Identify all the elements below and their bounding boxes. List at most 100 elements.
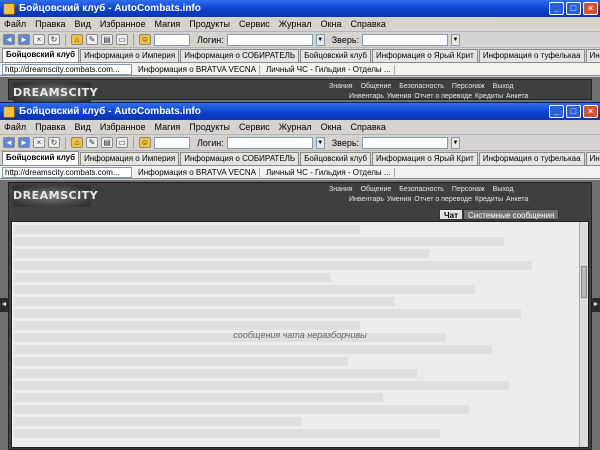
close-button[interactable]: × (583, 105, 598, 118)
tools-icon[interactable]: ✎ (86, 34, 98, 45)
address-field[interactable]: http://dreamscity.combats.com... (2, 166, 132, 178)
collapse-right-icon[interactable]: ► (592, 298, 600, 312)
nav-knowledge[interactable]: Знания (329, 83, 353, 90)
nav-inventory[interactable]: Инвентарь (349, 93, 384, 100)
tab-info-tufelkaa[interactable]: Информация о туфелькаа (478, 152, 585, 165)
nav-profile[interactable]: Анкета (506, 93, 528, 100)
forward-icon[interactable]: ► (18, 34, 30, 45)
beast-dropdown-icon[interactable]: ▼ (451, 33, 461, 46)
menu-favorites[interactable]: Избранное (100, 122, 146, 132)
tab-info-tufelkaa[interactable]: Информация о туфелькаа (478, 49, 585, 62)
page-icon[interactable]: ▤ (101, 34, 113, 45)
tab-personal-list[interactable]: Личный ЧС - Гильдия - Отделы ... (263, 167, 395, 177)
print-icon[interactable]: ▭ (116, 137, 128, 148)
smiley-icon[interactable]: ☺ (139, 137, 151, 148)
tab-info-bratva[interactable]: Информация о BRATVA VECNA (135, 167, 261, 177)
nav-security[interactable]: Безопасность (399, 186, 444, 193)
tab-info-sobiratel[interactable]: Информация о СОБИРАТЕЛЬ (180, 49, 300, 62)
nav-skills[interactable]: Умения (387, 196, 411, 203)
nav-skills[interactable]: Умения (387, 93, 411, 100)
menu-file[interactable]: Файл (4, 122, 26, 132)
menu-journal[interactable]: Журнал (279, 19, 312, 29)
tab-info-empire[interactable]: Информация о Империя (80, 49, 180, 62)
tab-chat[interactable]: Чат (439, 209, 463, 220)
nav-credits[interactable]: Кредиты (475, 93, 503, 100)
maximize-button[interactable]: □ (566, 105, 581, 118)
close-button[interactable]: × (583, 2, 598, 15)
search-box[interactable] (154, 136, 190, 149)
minimize-button[interactable]: _ (549, 105, 564, 118)
nav-inventory[interactable]: Инвентарь (349, 196, 384, 203)
beast-field[interactable] (362, 136, 449, 149)
chat-log[interactable]: сообщения чата неразборчивы (11, 221, 589, 448)
tab-fight-club-2[interactable]: Бойцовский клуб (300, 49, 372, 62)
nav-character[interactable]: Персонаж (452, 83, 485, 90)
menu-service[interactable]: Сервис (239, 19, 270, 29)
refresh-icon[interactable]: ↻ (48, 34, 60, 45)
tab-info-bratva[interactable]: Информация о BRATVA VECNA (135, 64, 261, 74)
title-bar[interactable]: Бойцовский клуб - AutoCombats.info _ □ × (0, 0, 600, 17)
tools-icon[interactable]: ✎ (86, 137, 98, 148)
forward-icon[interactable]: ► (18, 137, 30, 148)
nav-transfer-report[interactable]: Отчет о переводе (414, 93, 472, 100)
login-dropdown-icon[interactable]: ▼ (315, 136, 325, 149)
home-icon[interactable]: ⌂ (71, 34, 83, 45)
nav-profile[interactable]: Анкета (506, 196, 528, 203)
stop-icon[interactable]: × (33, 137, 45, 148)
print-icon[interactable]: ▭ (116, 34, 128, 45)
menu-help[interactable]: Справка (351, 19, 386, 29)
address-field[interactable]: http://dreamscity.combats.com... (2, 63, 132, 75)
nav-character[interactable]: Персонаж (452, 186, 485, 193)
chat-scrollbar[interactable] (579, 222, 588, 447)
tab-info-torka[interactable]: Информация о торка (585, 49, 600, 62)
menu-magic[interactable]: Магия (154, 19, 180, 29)
menu-products[interactable]: Продукты (189, 19, 230, 29)
menu-favorites[interactable]: Избранное (100, 19, 146, 29)
menu-products[interactable]: Продукты (189, 122, 230, 132)
tab-fight-club[interactable]: Бойцовский клуб (2, 48, 80, 62)
nav-communication[interactable]: Общение (361, 186, 392, 193)
page-icon[interactable]: ▤ (101, 137, 113, 148)
tab-info-sobiratel[interactable]: Информация о СОБИРАТЕЛЬ (180, 152, 300, 165)
home-icon[interactable]: ⌂ (71, 137, 83, 148)
tab-info-yaryi-krit[interactable]: Информация о Ярый Крит (372, 152, 478, 165)
menu-help[interactable]: Справка (351, 122, 386, 132)
minimize-button[interactable]: _ (549, 2, 564, 15)
tab-info-empire[interactable]: Информация о Империя (80, 152, 180, 165)
maximize-button[interactable]: □ (566, 2, 581, 15)
menu-edit[interactable]: Правка (35, 19, 65, 29)
login-field[interactable] (226, 136, 313, 149)
menu-windows[interactable]: Окна (321, 122, 342, 132)
menu-file[interactable]: Файл (4, 19, 26, 29)
nav-communication[interactable]: Общение (361, 83, 392, 90)
menu-windows[interactable]: Окна (321, 19, 342, 29)
smiley-icon[interactable]: ☺ (139, 34, 151, 45)
menu-magic[interactable]: Магия (154, 122, 180, 132)
back-icon[interactable]: ◄ (3, 34, 15, 45)
title-bar[interactable]: Бойцовский клуб - AutoCombats.info _ □ × (0, 103, 600, 120)
tab-fight-club-2[interactable]: Бойцовский клуб (300, 152, 372, 165)
beast-dropdown-icon[interactable]: ▼ (451, 136, 461, 149)
tab-info-torka[interactable]: Информация о торка (585, 152, 600, 165)
tab-personal-list[interactable]: Личный ЧС - Гильдия - Отделы ... (263, 64, 395, 74)
stop-icon[interactable]: × (33, 34, 45, 45)
nav-exit[interactable]: Выход (493, 83, 514, 90)
tab-info-yaryi-krit[interactable]: Информация о Ярый Крит (372, 49, 478, 62)
menu-journal[interactable]: Журнал (279, 122, 312, 132)
nav-knowledge[interactable]: Знания (329, 186, 353, 193)
scrollbar-thumb[interactable] (581, 266, 587, 298)
nav-exit[interactable]: Выход (493, 186, 514, 193)
refresh-icon[interactable]: ↻ (48, 137, 60, 148)
login-dropdown-icon[interactable]: ▼ (315, 33, 325, 46)
nav-security[interactable]: Безопасность (399, 83, 444, 90)
nav-credits[interactable]: Кредиты (475, 196, 503, 203)
login-field[interactable] (226, 33, 313, 46)
menu-edit[interactable]: Правка (35, 122, 65, 132)
tab-fight-club[interactable]: Бойцовский клуб (2, 151, 80, 165)
menu-view[interactable]: Вид (75, 19, 91, 29)
nav-transfer-report[interactable]: Отчет о переводе (414, 196, 472, 203)
menu-service[interactable]: Сервис (239, 122, 270, 132)
beast-field[interactable] (362, 33, 449, 46)
search-box[interactable] (154, 33, 190, 46)
menu-view[interactable]: Вид (75, 122, 91, 132)
